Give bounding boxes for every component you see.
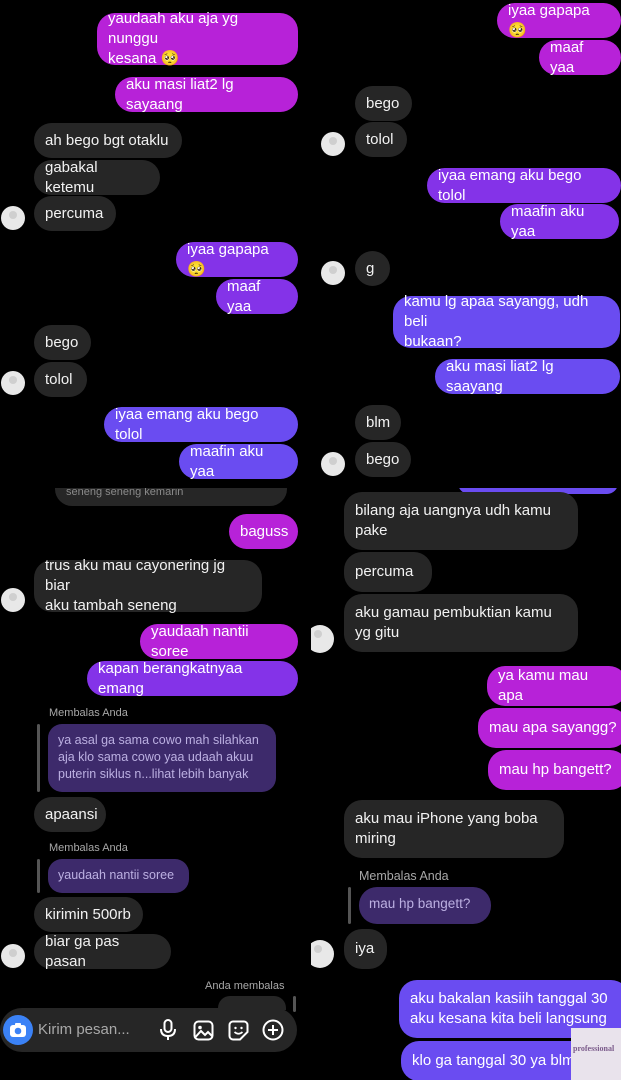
message-bubble-outgoing[interactable]: kapan berangkatnyaa emang xyxy=(87,660,298,697)
sticker-icon[interactable] xyxy=(227,1019,249,1041)
reply-quote-bar xyxy=(37,724,40,792)
chat-panel-top-left: yaudaah aku aja yg nunggu kesana 🥺 aku m… xyxy=(0,0,300,488)
message-bubble-outgoing[interactable]: iyaa gapapa 🥺 xyxy=(176,241,298,278)
chat-panel-top-right: iyaa gapapa 🥺 maaf yaa bego tolol iyaa e… xyxy=(311,0,621,488)
contact-avatar[interactable] xyxy=(1,944,25,968)
reply-quote[interactable]: mau hp bangett? xyxy=(359,887,491,924)
message-bubble-outgoing[interactable]: ya kamu mau apa xyxy=(487,666,621,706)
watermark-logo: professional xyxy=(571,1028,621,1080)
message-bubble-outgoing[interactable]: yaudaah nantii soree xyxy=(140,623,298,660)
contact-avatar[interactable] xyxy=(311,940,334,968)
contact-avatar[interactable] xyxy=(321,132,345,156)
message-bubble-outgoing[interactable]: iyaa gapapa 🥺 xyxy=(497,2,621,39)
message-bubble-incoming[interactable]: aku gamau pembuktian kamu yg gitu xyxy=(344,594,578,652)
message-bubble-incoming[interactable]: kirimin 500rb xyxy=(34,897,143,932)
message-bubble-outgoing[interactable]: maafin aku yaa xyxy=(500,203,619,240)
message-input-placeholder[interactable]: Kirim pesan... xyxy=(38,1021,130,1038)
reply-label: Membalas Anda xyxy=(49,842,128,854)
chat-panel-bottom-left: seneng seneng kemarin baguss trus aku ma… xyxy=(0,488,300,1058)
contact-avatar[interactable] xyxy=(1,371,25,395)
message-bubble-incoming[interactable]: ah bego bgt otaklu xyxy=(34,123,182,158)
message-bubble-incoming[interactable]: aku mau iPhone yang boba miring xyxy=(344,800,564,858)
message-composer[interactable]: Kirim pesan... xyxy=(0,1008,297,1052)
message-bubble-outgoing[interactable]: maaf yaa xyxy=(539,39,621,76)
message-bubble-outgoing[interactable]: iyaa emang aku bego tolol xyxy=(427,167,621,204)
message-bubble-outgoing[interactable]: yaudaah aku aja yg nunggu kesana 🥺 xyxy=(97,10,298,67)
message-bubble-incoming[interactable]: bego xyxy=(355,86,412,121)
contact-avatar[interactable] xyxy=(321,261,345,285)
message-bubble-incoming[interactable]: percuma xyxy=(344,552,432,592)
message-bubble-outgoing[interactable]: aku masi liat2 lg sayaang xyxy=(115,76,298,113)
reply-quote[interactable]: ya asal ga sama cowo mah silahkan aja kl… xyxy=(48,724,276,792)
chat-panel-bottom-right: bilang aja uangnya udh kamu pake percuma… xyxy=(311,488,621,1080)
message-bubble-outgoing[interactable]: baguss xyxy=(229,514,298,549)
microphone-icon[interactable] xyxy=(157,1019,179,1041)
contact-avatar[interactable] xyxy=(1,588,25,612)
message-bubble-incoming[interactable]: bego xyxy=(355,442,411,477)
message-bubble-incoming[interactable]: blm xyxy=(355,405,401,440)
message-bubble-outgoing[interactable]: aku masi liat2 lg saayang xyxy=(435,358,620,395)
reply-label: Anda membalas xyxy=(205,980,285,992)
message-bubble-outgoing[interactable]: iyaa emang aku bego tolol xyxy=(104,406,298,443)
reply-quote-bar xyxy=(348,887,351,924)
message-bubble-incoming[interactable]: bego xyxy=(34,325,91,360)
reply-quote-bar xyxy=(293,996,296,1012)
reply-quote[interactable]: yaudaah nantii soree xyxy=(48,859,189,893)
plus-icon[interactable] xyxy=(262,1019,284,1041)
reply-quote-bar xyxy=(37,859,40,893)
message-bubble-incoming[interactable]: g xyxy=(355,251,390,286)
message-bubble-incoming[interactable]: gabakal ketemu xyxy=(34,159,160,196)
reply-label: Membalas Anda xyxy=(359,869,449,883)
reply-label: Membalas Anda xyxy=(49,707,128,719)
message-bubble-incoming[interactable]: tolol xyxy=(355,122,407,157)
message-bubble-incoming[interactable]: seneng seneng kemarin xyxy=(55,488,287,506)
message-bubble-incoming[interactable]: tolol xyxy=(34,362,87,397)
message-bubble-incoming[interactable]: biar ga pas pasan xyxy=(34,933,171,970)
contact-avatar[interactable] xyxy=(311,625,334,653)
message-bubble-outgoing[interactable]: maaf yaa xyxy=(216,278,298,315)
message-bubble-incoming[interactable]: iya xyxy=(344,929,387,969)
message-bubble-incoming[interactable]: percuma xyxy=(34,196,116,231)
message-bubble-outgoing[interactable]: mau apa sayangg? xyxy=(478,708,621,748)
message-bubble-incoming[interactable]: bilang aja uangnya udh kamu pake xyxy=(344,492,578,550)
gallery-icon[interactable] xyxy=(192,1019,214,1041)
message-bubble-outgoing[interactable]: maafin aku yaa xyxy=(179,443,298,480)
message-bubble-incoming[interactable]: apaansi xyxy=(34,797,106,832)
contact-avatar[interactable] xyxy=(1,206,25,230)
message-bubble-incoming[interactable]: trus aku mau cayonering jg biar aku tamb… xyxy=(34,557,262,614)
contact-avatar[interactable] xyxy=(321,452,345,476)
message-bubble-outgoing[interactable]: mau hp bangett? xyxy=(488,750,621,790)
camera-icon[interactable] xyxy=(3,1015,33,1045)
message-bubble-outgoing[interactable]: kamu lg apaa sayangg, udh beli bukaan? xyxy=(393,293,620,350)
